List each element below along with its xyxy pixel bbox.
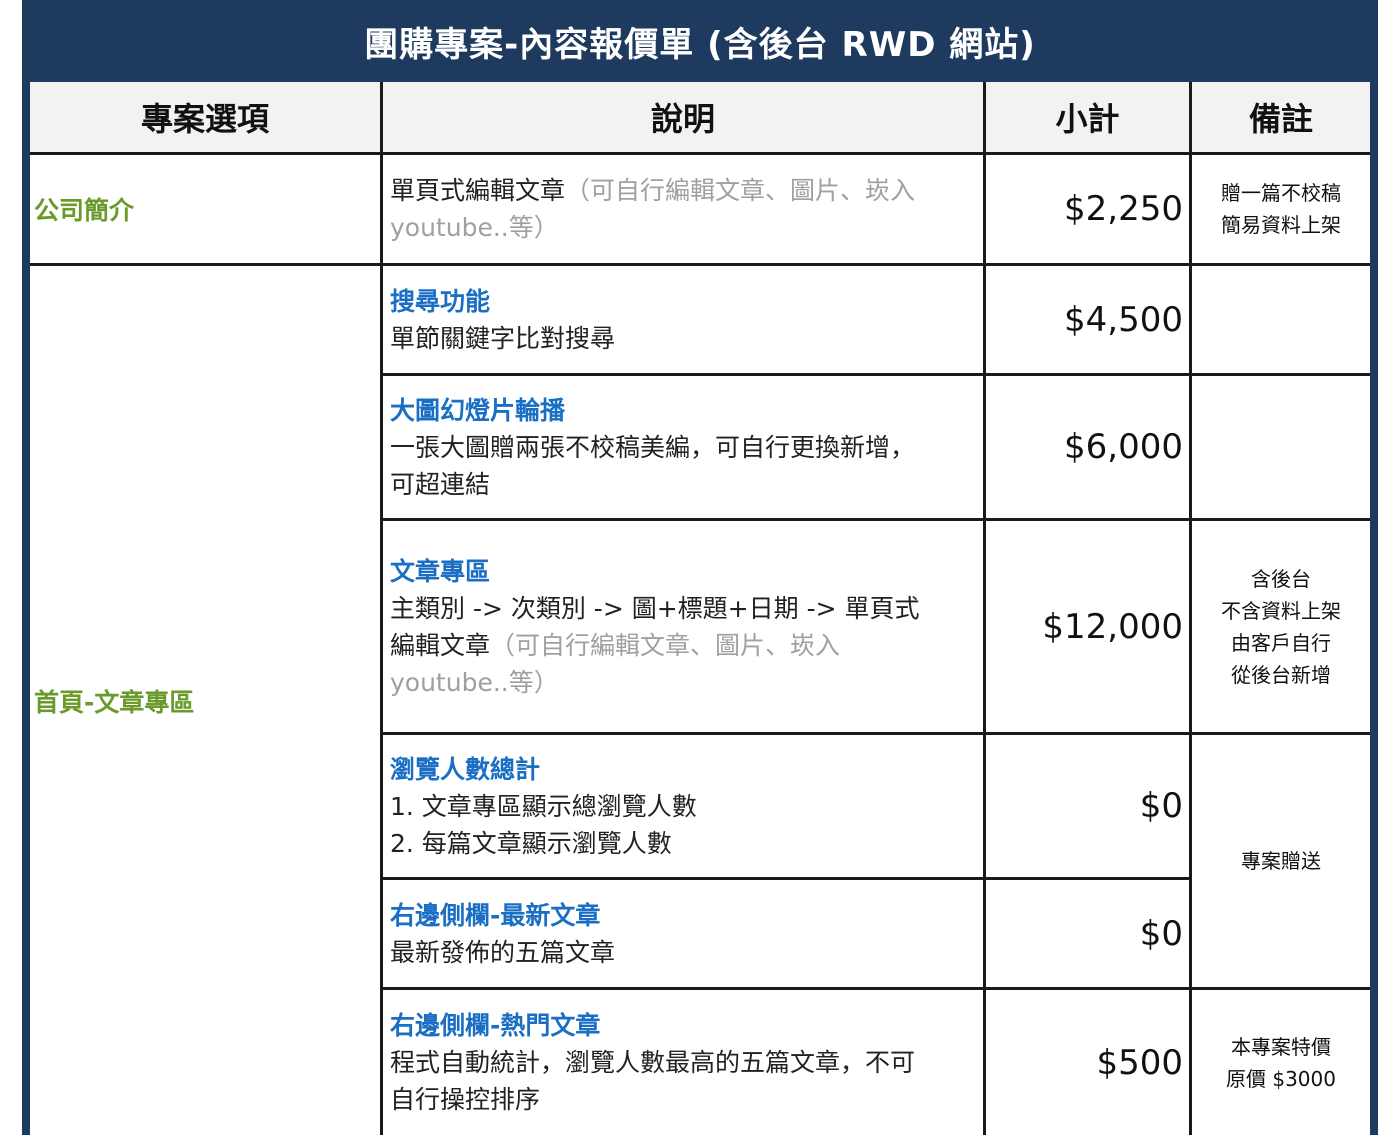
description-cell: 搜尋功能 單節關鍵字比對搜尋 bbox=[383, 266, 983, 373]
quote-table: 專案選項 說明 小計 備註 公司簡介 首頁-文章專區 單頁式編輯文章（可自行編輯… bbox=[30, 82, 1370, 1135]
item-title: 右邊側欄-熱門文章 bbox=[390, 1011, 601, 1040]
quote-sheet: 團購專案-內容報價單 (含後台 RWD 網站) 專案選項 說明 小計 備註 公司… bbox=[22, 0, 1378, 1135]
note-text: 專案贈送 bbox=[1241, 849, 1321, 873]
description-text: 單頁式編輯文章 bbox=[390, 176, 566, 205]
page-title: 團購專案-內容報價單 (含後台 RWD 網站) bbox=[364, 24, 1036, 65]
description-text: 最新發佈的五篇文章 bbox=[390, 937, 616, 967]
description-text: 一張大圖贈兩張不校稿美編，可自行更換新增， bbox=[390, 432, 916, 462]
description-cell: 大圖幻燈片輪播 一張大圖贈兩張不校稿美編，可自行更換新增， 可超連結 bbox=[383, 376, 983, 518]
description-muted-text: youtube..等） bbox=[390, 667, 559, 697]
note-cell: 含後台 不含資料上架 由客戶自行 從後台新增 bbox=[1192, 521, 1370, 732]
description-muted-text: （可自行編輯文章、圖片、崁入 bbox=[490, 630, 841, 660]
note-text: 簡易資料上架 bbox=[1221, 213, 1341, 237]
note-cell: 本專案特價 原價 $3000 bbox=[1192, 990, 1370, 1135]
column-header-option: 專案選項 bbox=[30, 82, 380, 152]
description-cell: 右邊側欄-最新文章 最新發佈的五篇文章 bbox=[383, 880, 983, 987]
note-text: 從後台新增 bbox=[1231, 662, 1331, 687]
description-line: 編輯文章（可自行編輯文章、圖片、崁入 bbox=[390, 627, 973, 664]
description-line: 單頁式編輯文章（可自行編輯文章、圖片、崁入 bbox=[390, 172, 973, 209]
note-text: 由客戶自行 bbox=[1231, 630, 1331, 655]
description-muted-text: （可自行編輯文章、圖片、崁入 bbox=[565, 176, 916, 205]
row-divider bbox=[380, 373, 1370, 376]
note-cell: 贈一篇不校稿 簡易資料上架 bbox=[1192, 155, 1370, 263]
note-text: 贈一篇不校稿 bbox=[1221, 181, 1341, 205]
subtotal-value: $12,000 bbox=[1042, 606, 1183, 647]
description-text: 編輯文章 bbox=[390, 630, 491, 660]
description-text: 自行操控排序 bbox=[390, 1085, 541, 1114]
note-cell: 專案贈送 bbox=[1192, 735, 1370, 987]
column-divider bbox=[1189, 82, 1192, 1135]
description-text: 單節關鍵字比對搜尋 bbox=[390, 323, 616, 353]
note-text: 不含資料上架 bbox=[1221, 598, 1341, 623]
description-text: 1. 文章專區顯示總瀏覽人數 bbox=[390, 791, 697, 821]
item-title: 文章專區 bbox=[390, 556, 491, 586]
item-title: 瀏覽人數總計 bbox=[390, 754, 541, 784]
column-header-notes: 備註 bbox=[1192, 82, 1370, 152]
note-text: 原價 $3000 bbox=[1226, 1066, 1336, 1091]
subtotal-value: $2,250 bbox=[1064, 189, 1183, 229]
description-text: 主類別 -> 次類別 -> 圖+標題+日期 -> 單頁式 bbox=[390, 593, 920, 623]
row-divider bbox=[380, 518, 1370, 521]
description-cell: 右邊側欄-熱門文章 程式自動統計，瀏覽人數最高的五篇文章，不可 自行操控排序 bbox=[383, 990, 983, 1135]
description-muted-text: youtube..等） bbox=[390, 213, 559, 242]
note-text: 含後台 bbox=[1251, 566, 1311, 591]
column-header-subtotal: 小計 bbox=[986, 82, 1189, 152]
option-company-intro: 公司簡介 bbox=[34, 196, 135, 225]
description-cell: 文章專區 主類別 -> 次類別 -> 圖+標題+日期 -> 單頁式 編輯文章（可… bbox=[383, 521, 983, 732]
item-title: 搜尋功能 bbox=[390, 286, 491, 316]
row-divider bbox=[380, 877, 1192, 880]
column-divider bbox=[380, 82, 383, 1135]
description-text: 2. 每篇文章顯示瀏覽人數 bbox=[390, 828, 672, 858]
description-text: 程式自動統計，瀏覽人數最高的五篇文章，不可 bbox=[390, 1048, 916, 1077]
item-title: 右邊側欄-最新文章 bbox=[390, 900, 601, 930]
item-title: 大圖幻燈片輪播 bbox=[390, 395, 566, 425]
row-divider bbox=[30, 152, 1370, 155]
column-divider bbox=[983, 82, 986, 1135]
subtotal-value: $0 bbox=[1139, 913, 1183, 954]
row-divider bbox=[380, 987, 1370, 990]
row-divider bbox=[380, 732, 1370, 735]
description-text: 可超連結 bbox=[390, 469, 491, 499]
subtotal-value: $0 bbox=[1139, 786, 1183, 826]
note-text: 本專案特價 bbox=[1231, 1034, 1331, 1059]
column-header-description: 說明 bbox=[383, 82, 983, 152]
row-divider bbox=[30, 263, 1370, 266]
subtotal-value: $500 bbox=[1096, 1042, 1183, 1083]
subtotal-value: $4,500 bbox=[1064, 299, 1183, 340]
option-home-articles: 首頁-文章專區 bbox=[34, 687, 195, 717]
subtotal-value: $6,000 bbox=[1064, 427, 1183, 467]
description-cell: 單頁式編輯文章（可自行編輯文章、圖片、崁入 youtube..等） bbox=[383, 155, 983, 263]
description-cell: 瀏覽人數總計 1. 文章專區顯示總瀏覽人數 2. 每篇文章顯示瀏覽人數 bbox=[383, 735, 983, 877]
